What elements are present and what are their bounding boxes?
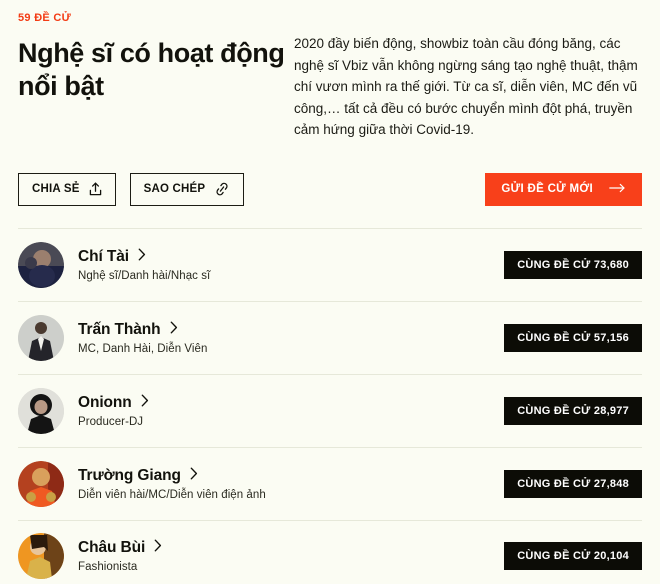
nominee-name-line: Trấn Thành <box>78 321 504 339</box>
chevron-right-icon[interactable] <box>170 321 178 339</box>
nominee-name: Trường Giang <box>78 466 181 484</box>
nominee-name: Onionn <box>78 393 132 411</box>
nomination-page: 59 ĐỀ CỬ Nghệ sĩ có hoạt động nổi bật 20… <box>0 0 660 584</box>
avatar <box>18 387 64 434</box>
avatar <box>18 460 64 507</box>
nomination-count-badge[interactable]: CÙNG ĐỀ CỬ 28,977 <box>504 396 642 425</box>
nominee-row[interactable]: Trường Giang Diễn viên hài/MC/Diễn viên … <box>18 446 642 520</box>
share-button[interactable]: CHIA SẺ <box>18 172 116 206</box>
page-title: Nghệ sĩ có hoạt động nổi bật <box>18 38 285 101</box>
nominee-role: MC, Danh Hài, Diễn Viên <box>78 342 208 355</box>
nominee-info: Onionn Producer-DJ <box>78 394 504 428</box>
link-chain-icon <box>214 182 230 196</box>
chevron-right-icon[interactable] <box>190 467 198 485</box>
nominee-info: Chí Tài Nghệ sĩ/Danh hài/Nhạc sĩ <box>78 248 504 282</box>
avatar <box>18 241 64 288</box>
chevron-right-icon[interactable] <box>138 248 146 266</box>
nominee-info: Trấn Thành MC, Danh Hài, Diễn Viên <box>78 321 504 355</box>
nominee-name-line: Onionn <box>78 394 504 412</box>
arrow-right-icon <box>609 183 626 196</box>
nominee-row[interactable]: Trấn Thành MC, Danh Hài, Diễn Viên CÙNG … <box>18 300 642 374</box>
copy-link-button[interactable]: SAO CHÉP <box>129 172 245 206</box>
nominee-list: Chí Tài Nghệ sĩ/Danh hài/Nhạc sĩ CÙNG ĐỀ… <box>18 227 642 584</box>
copy-link-button-label: SAO CHÉP <box>143 183 206 195</box>
nominee-row[interactable]: Chí Tài Nghệ sĩ/Danh hài/Nhạc sĩ CÙNG ĐỀ… <box>18 227 642 301</box>
nominee-name: Chí Tài <box>78 247 129 265</box>
page-description: 2020 đầy biến động, showbiz toàn cầu đón… <box>294 36 638 137</box>
nominee-name-line: Trường Giang <box>78 467 504 485</box>
nominee-name: Châu Bùi <box>78 539 146 556</box>
submit-nomination-button[interactable]: GỬI ĐỀ CỬ MỚI <box>485 172 642 206</box>
nomination-count-badge[interactable]: CÙNG ĐỀ CỬ 73,680 <box>504 250 642 279</box>
share-button-label: CHIA SẺ <box>32 183 80 195</box>
nominee-role: Nghệ sĩ/Danh hài/Nhạc sĩ <box>78 269 211 282</box>
nominee-row[interactable]: Châu Bùi Fashionista CÙNG ĐỀ CỬ 20,104 <box>18 519 642 584</box>
nominee-name-line: Châu Bùi <box>78 539 504 557</box>
nominee-role: Diễn viên hài/MC/Diễn viên điện ảnh <box>78 488 266 501</box>
nomination-count-badge[interactable]: CÙNG ĐỀ CỬ 20,104 <box>504 542 642 570</box>
action-bar: CHIA SẺ SAO CHÉP GỬI ĐỀ CỬ MỚI <box>18 172 642 206</box>
avatar <box>18 533 64 579</box>
upload-share-icon <box>89 182 102 196</box>
nominee-row[interactable]: Onionn Producer-DJ CÙNG ĐỀ CỬ 28,977 <box>18 373 642 447</box>
nominee-name: Trấn Thành <box>78 320 161 338</box>
nomination-count-badge[interactable]: CÙNG ĐỀ CỬ 27,848 <box>504 469 642 498</box>
nomination-count-badge[interactable]: CÙNG ĐỀ CỬ 57,156 <box>504 323 642 352</box>
header-right-column: 2020 đầy biến động, showbiz toàn cầu đón… <box>294 11 642 141</box>
nominee-role: Fashionista <box>78 561 138 573</box>
nominee-name-line: Chí Tài <box>78 248 504 266</box>
chevron-right-icon[interactable] <box>154 539 162 557</box>
nomination-count-eyebrow: 59 ĐỀ CỬ <box>18 12 72 24</box>
avatar <box>18 314 64 361</box>
nominee-info: Châu Bùi Fashionista <box>78 539 504 573</box>
nominee-role: Producer-DJ <box>78 415 144 428</box>
chevron-right-icon[interactable] <box>141 394 149 412</box>
page-header: 59 ĐỀ CỬ Nghệ sĩ có hoạt động nổi bật 20… <box>18 0 642 141</box>
header-left-column: 59 ĐỀ CỬ Nghệ sĩ có hoạt động nổi bật <box>18 11 288 103</box>
nominee-info: Trường Giang Diễn viên hài/MC/Diễn viên … <box>78 467 504 501</box>
submit-nomination-label: GỬI ĐỀ CỬ MỚI <box>501 183 593 195</box>
